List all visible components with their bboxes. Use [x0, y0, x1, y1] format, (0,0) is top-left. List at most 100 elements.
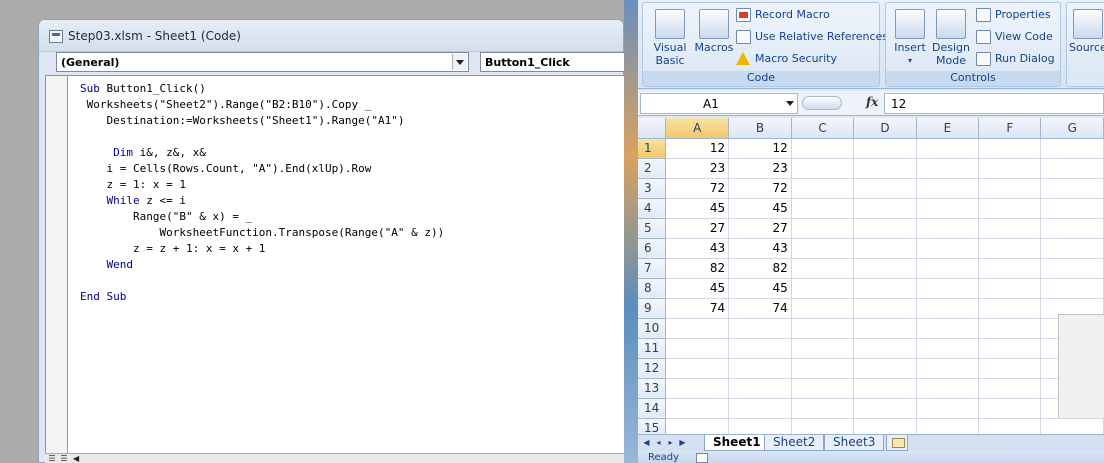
design-mode-button[interactable]: Design Mode [931, 5, 971, 67]
cell-e4[interactable] [916, 198, 980, 219]
code-line[interactable]: Worksheets("Sheet2").Range("B2:B10").Cop… [80, 97, 444, 113]
cell-e7[interactable] [916, 258, 980, 279]
cell-d6[interactable] [853, 238, 917, 259]
cell-c8[interactable] [791, 278, 855, 299]
cell-a8[interactable]: 45 [665, 278, 730, 299]
column-header-e[interactable]: E [916, 118, 980, 139]
cell-d11[interactable] [853, 338, 917, 359]
code-line[interactable] [80, 129, 444, 145]
cell-d7[interactable] [853, 258, 917, 279]
code-line[interactable]: WorksheetFunction.Transpose(Range("A" & … [80, 225, 444, 241]
cell-f10[interactable] [978, 318, 1042, 339]
cell-e10[interactable] [916, 318, 980, 339]
cell-d13[interactable] [853, 378, 917, 399]
formula-bar-resize-handle[interactable] [802, 96, 842, 110]
column-header-f[interactable]: F [978, 118, 1042, 139]
column-header-d[interactable]: D [853, 118, 917, 139]
row-header[interactable]: 5 [638, 218, 667, 239]
chevron-down-icon[interactable] [452, 54, 467, 70]
cell-b12[interactable] [728, 358, 792, 379]
cell-c13[interactable] [791, 378, 855, 399]
cell-a14[interactable] [665, 398, 730, 419]
procedure-combo[interactable]: Button1_Click [480, 52, 625, 72]
column-header-c[interactable]: C [791, 118, 855, 139]
cell-d5[interactable] [853, 218, 917, 239]
horizontal-scrollbar[interactable]: ☰ ☰ ◀ [45, 453, 625, 463]
tab-sheet2[interactable]: Sheet2 [764, 435, 825, 451]
vbe-code-window[interactable]: Step03.xlsm - Sheet1 (Code) (General) Bu… [38, 19, 625, 463]
cell-c15[interactable] [791, 418, 855, 434]
row-header[interactable]: 15 [638, 418, 667, 434]
cell-c3[interactable] [791, 178, 855, 199]
row-header[interactable]: 8 [638, 278, 667, 299]
object-combo[interactable]: (General) [56, 52, 469, 72]
code-line[interactable]: Range("B" & x) = _ [80, 209, 444, 225]
cell-a13[interactable] [665, 378, 730, 399]
source-button[interactable]: Source [1069, 5, 1104, 54]
cell-a15[interactable] [665, 418, 730, 434]
cell-f5[interactable] [978, 218, 1042, 239]
code-line[interactable]: Dim i&, z&, x& [80, 145, 444, 161]
tab-sheet3[interactable]: Sheet3 [824, 435, 885, 451]
column-header-g[interactable]: G [1040, 118, 1104, 139]
vbe-title-bar[interactable]: Step03.xlsm - Sheet1 (Code) [39, 20, 623, 52]
cell-c7[interactable] [791, 258, 855, 279]
cell-d1[interactable] [853, 138, 917, 159]
cell-b10[interactable] [728, 318, 792, 339]
macros-button[interactable]: Macros [693, 5, 735, 54]
cell-d3[interactable] [853, 178, 917, 199]
cell-c11[interactable] [791, 338, 855, 359]
cell-d15[interactable] [853, 418, 917, 434]
next-sheet-icon[interactable]: ▸ [666, 437, 675, 449]
prev-sheet-icon[interactable]: ◂ [654, 437, 663, 449]
cell-e6[interactable] [916, 238, 980, 259]
cell-a5[interactable]: 27 [665, 218, 730, 239]
cell-g3[interactable] [1040, 178, 1104, 199]
code-line[interactable]: Sub Button1_Click() [80, 81, 444, 97]
cell-g7[interactable] [1040, 258, 1104, 279]
record-macro-button[interactable]: Record Macro [736, 6, 830, 24]
cell-b6[interactable]: 43 [728, 238, 792, 259]
cell-a9[interactable]: 74 [665, 298, 730, 319]
scroll-left-icon[interactable]: ◀ [73, 454, 83, 463]
column-header-a[interactable]: A [665, 118, 730, 139]
row-header[interactable]: 9 [638, 298, 667, 319]
properties-button[interactable]: Properties [976, 6, 1051, 24]
macro-recording-icon[interactable] [696, 453, 708, 463]
cell-b3[interactable]: 72 [728, 178, 792, 199]
cell-f3[interactable] [978, 178, 1042, 199]
code-line[interactable]: z = z + 1: x = x + 1 [80, 241, 444, 257]
cell-a7[interactable]: 82 [665, 258, 730, 279]
cell-c4[interactable] [791, 198, 855, 219]
row-header[interactable]: 10 [638, 318, 667, 339]
cell-f4[interactable] [978, 198, 1042, 219]
cell-a1[interactable]: 12 [665, 138, 730, 159]
row-header[interactable]: 13 [638, 378, 667, 399]
cell-a11[interactable] [665, 338, 730, 359]
cell-e12[interactable] [916, 358, 980, 379]
cell-f9[interactable] [978, 298, 1042, 319]
insert-sheet-icon[interactable] [886, 435, 908, 451]
code-line[interactable]: Destination:=Worksheets("Sheet1").Range(… [80, 113, 444, 129]
cell-c5[interactable] [791, 218, 855, 239]
cell-g4[interactable] [1040, 198, 1104, 219]
name-box[interactable]: A1 [640, 93, 798, 114]
code-editor[interactable]: Sub Button1_Click() Worksheets("Sheet2")… [45, 75, 625, 453]
cell-e13[interactable] [916, 378, 980, 399]
row-header[interactable]: 12 [638, 358, 667, 379]
cell-e14[interactable] [916, 398, 980, 419]
code-text[interactable]: Sub Button1_Click() Worksheets("Sheet2")… [80, 81, 444, 305]
macro-security-button[interactable]: Macro Security [736, 50, 837, 68]
relative-references-button[interactable]: Use Relative References [736, 28, 888, 46]
insert-function-icon[interactable]: fx [866, 95, 878, 109]
run-dialog-button[interactable]: Run Dialog [976, 50, 1055, 68]
cell-a2[interactable]: 23 [665, 158, 730, 179]
cell-f7[interactable] [978, 258, 1042, 279]
cell-g15[interactable] [1040, 418, 1104, 434]
formula-input[interactable]: 12 [884, 93, 1104, 114]
cell-c14[interactable] [791, 398, 855, 419]
cell-b4[interactable]: 45 [728, 198, 792, 219]
cell-f1[interactable] [978, 138, 1042, 159]
cell-d9[interactable] [853, 298, 917, 319]
cell-f14[interactable] [978, 398, 1042, 419]
